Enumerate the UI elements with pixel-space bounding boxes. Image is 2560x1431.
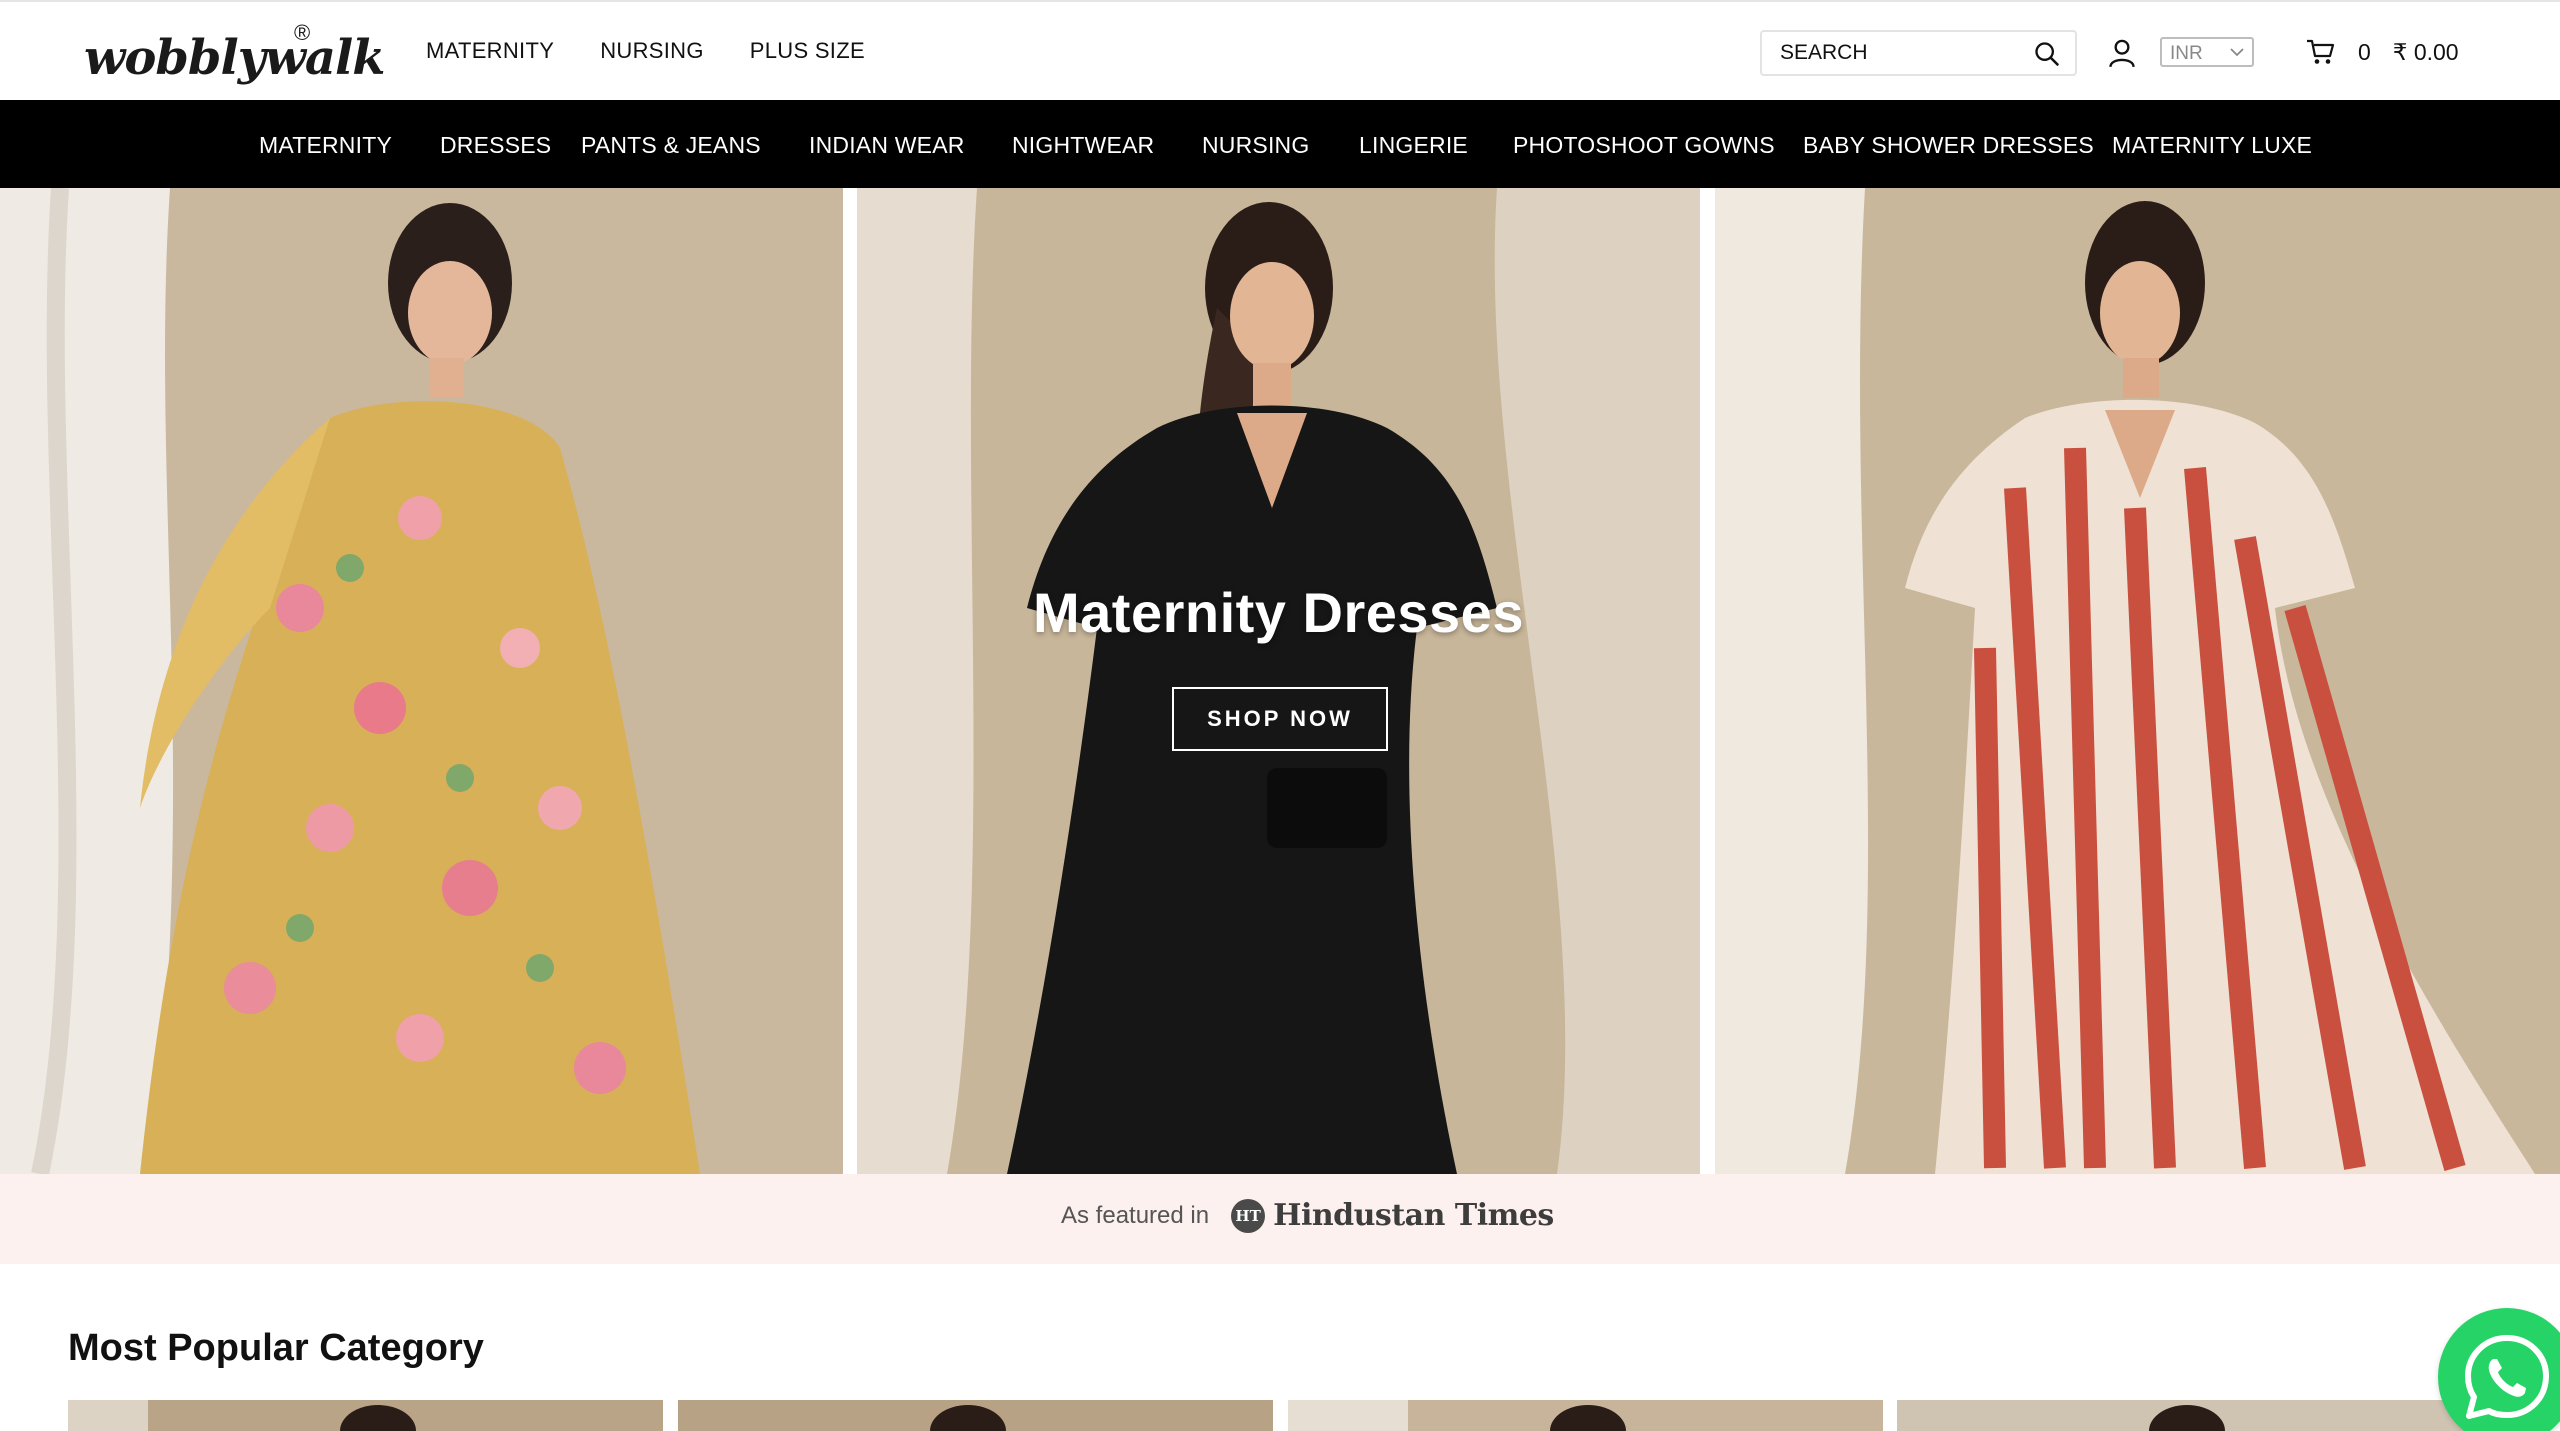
top-header: wobblywalk ® MATERNITY NURSING PLUS SIZE… (0, 0, 2560, 100)
hindustan-times-logo[interactable]: HT Hindustan Times (1231, 1198, 1554, 1233)
catnav-lingerie[interactable]: LINGERIE (1359, 132, 1468, 159)
category-cards (68, 1400, 2492, 1431)
category-card[interactable] (1897, 1400, 2492, 1431)
currency-select[interactable]: INR (2160, 37, 2254, 67)
cart-total: ₹ 0.00 (2392, 38, 2459, 65)
catnav-nightwear[interactable]: NIGHTWEAR (1012, 132, 1154, 159)
hero-image-black-dress (857, 188, 1700, 1174)
publication-name: Hindustan Times (1273, 1198, 1554, 1233)
shop-now-button[interactable]: SHOP NOW (1172, 687, 1388, 751)
hero-banner[interactable]: Maternity Dresses SHOP NOW (0, 188, 2560, 1174)
category-card[interactable] (1288, 1400, 1883, 1431)
catnav-photoshoot-gowns[interactable]: PHOTOSHOOT GOWNS (1513, 132, 1775, 159)
search-icon[interactable] (2033, 40, 2061, 68)
brand-logo[interactable]: wobblywalk ® (84, 20, 385, 90)
cart-icon (2307, 39, 2335, 64)
hero-image-floral-dress (0, 188, 843, 1174)
catnav-dresses[interactable]: DRESSES (440, 132, 551, 159)
search-box (1760, 30, 2077, 76)
catnav-pants-jeans[interactable]: PANTS & JEANS (581, 132, 761, 159)
catnav-nursing[interactable]: NURSING (1202, 132, 1309, 159)
topnav-nursing[interactable]: NURSING (600, 38, 704, 64)
hero-image-red-dress (1715, 188, 2560, 1174)
category-card[interactable] (68, 1400, 663, 1431)
topnav-maternity[interactable]: MATERNITY (426, 38, 554, 64)
cart-button[interactable]: 0 ₹ 0.00 (2306, 38, 2459, 66)
registered-mark: ® (294, 20, 311, 45)
brand-logo-text: wobblywalk (84, 30, 385, 86)
whatsapp-icon (2465, 1335, 2549, 1419)
chevron-down-icon (2230, 48, 2244, 57)
catnav-maternity[interactable]: MATERNITY (259, 132, 392, 159)
section-title: Most Popular Category (68, 1327, 484, 1369)
topnav-plus-size[interactable]: PLUS SIZE (750, 38, 865, 64)
featured-content: As featured in HT Hindustan Times (1061, 1198, 1554, 1233)
hero-title: Maternity Dresses (1033, 581, 1524, 644)
featured-label: As featured in (1061, 1201, 1210, 1229)
search-input[interactable] (1762, 32, 2012, 74)
top-nav: MATERNITY NURSING PLUS SIZE (426, 38, 865, 64)
catnav-maternity-luxe[interactable]: MATERNITY LUXE (2112, 132, 2312, 159)
catnav-indian-wear[interactable]: INDIAN WEAR (809, 132, 965, 159)
currency-value: INR (2170, 43, 2203, 64)
ht-mark-icon: HT (1231, 1198, 1266, 1233)
user-icon[interactable] (2108, 38, 2136, 68)
category-card[interactable] (678, 1400, 1273, 1431)
category-nav: MATERNITY DRESSES PANTS & JEANS INDIAN W… (0, 100, 2560, 188)
featured-strip: As featured in HT Hindustan Times (0, 1174, 2560, 1264)
catnav-baby-shower-dresses[interactable]: BABY SHOWER DRESSES (1803, 132, 2094, 159)
whatsapp-button[interactable] (2438, 1308, 2560, 1431)
cart-count: 0 (2358, 38, 2371, 65)
